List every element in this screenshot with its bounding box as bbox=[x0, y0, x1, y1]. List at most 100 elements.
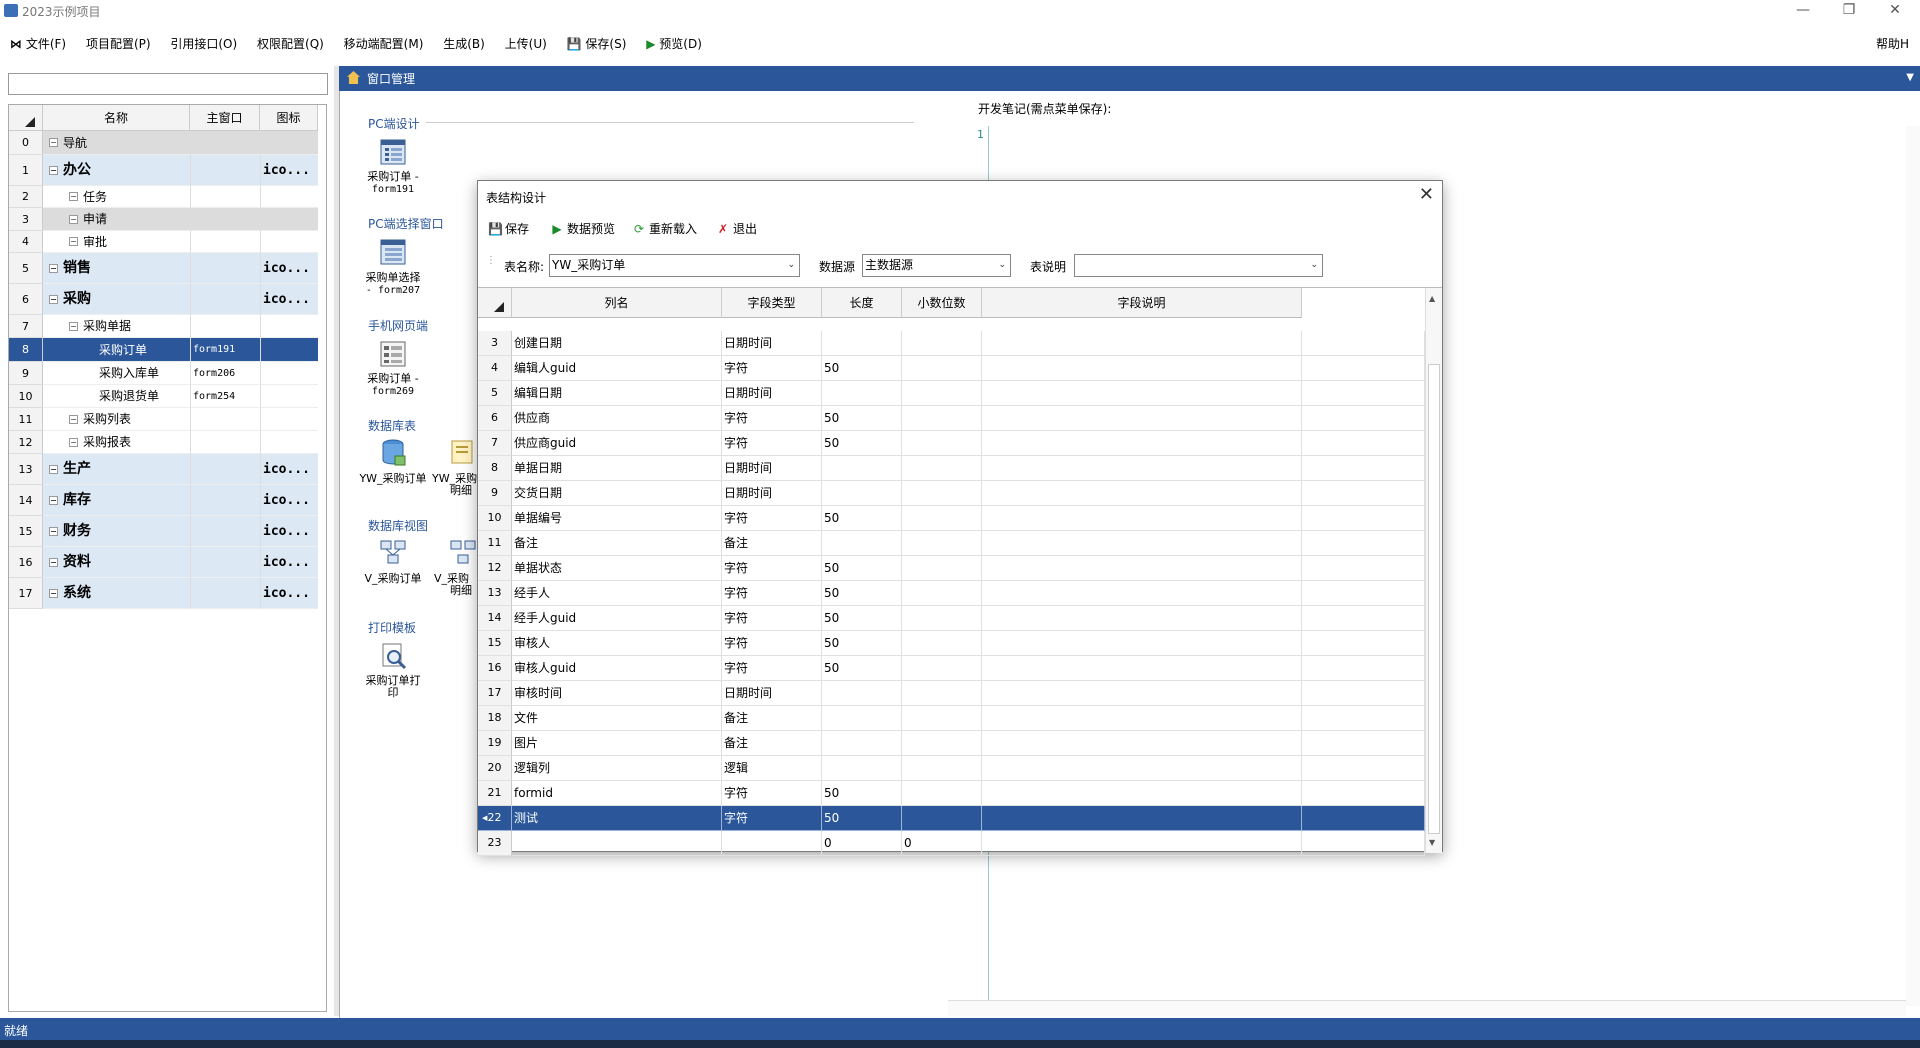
grid-row[interactable]: 5 编辑日期 日期时间 bbox=[478, 381, 1425, 406]
grid-row[interactable]: 13 经手人 字符 50 bbox=[478, 581, 1425, 606]
tree-row[interactable]: 5− 销售 ico... bbox=[9, 253, 327, 284]
grid-cell-dec[interactable] bbox=[902, 556, 982, 581]
minimize-button[interactable]: — bbox=[1780, 0, 1826, 22]
menu-reference-api[interactable]: 引用接口(O) bbox=[162, 33, 245, 55]
tree-row[interactable]: 13− 生产 ico... bbox=[9, 454, 327, 485]
grid-cell-name[interactable]: 编辑人guid bbox=[512, 356, 722, 381]
tree-row[interactable]: 11− 采购列表 bbox=[9, 408, 327, 431]
tree-row[interactable]: 7− 采购单据 bbox=[9, 315, 327, 338]
grid-cell-len[interactable]: 50 bbox=[822, 806, 902, 831]
tree-row[interactable]: 12− 采购报表 bbox=[9, 431, 327, 454]
grid-cell-name[interactable]: 备注 bbox=[512, 531, 722, 556]
grid-cell-dec[interactable] bbox=[902, 431, 982, 456]
grid-row[interactable]: 3 创建日期 日期时间 bbox=[478, 331, 1425, 356]
grid-cell-dec[interactable] bbox=[902, 581, 982, 606]
tree-row[interactable]: 4− 审批 bbox=[9, 231, 327, 253]
grid-cell-type[interactable]: 日期时间 bbox=[722, 456, 822, 481]
grid-header-field-type[interactable]: 字段类型 bbox=[722, 288, 822, 318]
expand-collapse-icon[interactable]: − bbox=[69, 438, 78, 447]
tree-row[interactable]: 10 采购退货单 form254 bbox=[9, 385, 327, 408]
tree-row[interactable]: 0− 导航 bbox=[9, 131, 327, 155]
grid-cell-desc[interactable] bbox=[982, 581, 1302, 606]
menu-mobile-config[interactable]: 移动端配置(M) bbox=[336, 33, 432, 55]
grid-cell-dec[interactable] bbox=[902, 331, 982, 356]
grid-cell-len[interactable]: 50 bbox=[822, 356, 902, 381]
chevron-down-icon[interactable]: ▼ bbox=[1906, 72, 1914, 83]
grid-cell-type[interactable]: 字符 bbox=[722, 356, 822, 381]
expand-collapse-icon[interactable]: − bbox=[49, 589, 58, 598]
grid-cell-len[interactable]: 50 bbox=[822, 506, 902, 531]
grid-cell-type[interactable]: 字符 bbox=[722, 781, 822, 806]
grid-cell-dec[interactable] bbox=[902, 606, 982, 631]
menu-save[interactable]: 💾 保存(S) bbox=[559, 33, 635, 55]
tree-row[interactable]: 2− 任务 bbox=[9, 186, 327, 208]
grid-cell-desc[interactable] bbox=[982, 756, 1302, 781]
grid-cell-dec[interactable] bbox=[902, 706, 982, 731]
grid-cell-type[interactable]: 字符 bbox=[722, 806, 822, 831]
expand-collapse-icon[interactable]: − bbox=[69, 237, 78, 246]
grid-cell-len[interactable] bbox=[822, 681, 902, 706]
menu-help[interactable]: 帮助H bbox=[1868, 33, 1917, 55]
grid-cell-dec[interactable] bbox=[902, 631, 982, 656]
grid-cell-len[interactable]: 50 bbox=[822, 431, 902, 456]
grid-cell-name[interactable]: 单据状态 bbox=[512, 556, 722, 581]
grid-cell-name[interactable]: 审核人 bbox=[512, 631, 722, 656]
grid-cell-len[interactable] bbox=[822, 756, 902, 781]
grid-cell-len[interactable] bbox=[822, 381, 902, 406]
exit-button[interactable]: ✗ 退出 bbox=[716, 221, 757, 237]
tree-row[interactable]: 14− 库存 ico... bbox=[9, 485, 327, 516]
grid-cell-type[interactable] bbox=[722, 831, 822, 856]
grid-cell-dec[interactable] bbox=[902, 731, 982, 756]
grid-cell-name[interactable]: 审核人guid bbox=[512, 656, 722, 681]
grid-cell-type[interactable]: 备注 bbox=[722, 706, 822, 731]
grid-cell-type[interactable]: 字符 bbox=[722, 631, 822, 656]
grid-cell-dec[interactable] bbox=[902, 356, 982, 381]
tree-row[interactable]: 6− 采购 ico... bbox=[9, 284, 327, 315]
grid-vertical-scrollbar[interactable]: ▲ ▼ bbox=[1425, 288, 1442, 853]
grid-cell-name[interactable]: 交货日期 bbox=[512, 481, 722, 506]
grid-cell-name[interactable]: 单据日期 bbox=[512, 456, 722, 481]
grid-cell-name[interactable] bbox=[512, 831, 722, 856]
grid-row[interactable]: 22 测试 字符 50 ◀ bbox=[478, 806, 1425, 831]
expand-collapse-icon[interactable]: − bbox=[69, 415, 78, 424]
menu-project-config[interactable]: 项目配置(P) bbox=[78, 33, 159, 55]
grid-cell-name[interactable]: 审核时间 bbox=[512, 681, 722, 706]
grid-cell-len[interactable]: 50 bbox=[822, 581, 902, 606]
menu-permission-config[interactable]: 权限配置(Q) bbox=[249, 33, 332, 55]
grid-cell-type[interactable]: 字符 bbox=[722, 581, 822, 606]
grid-row[interactable]: 4 编辑人guid 字符 50 bbox=[478, 356, 1425, 381]
grid-cell-len[interactable] bbox=[822, 731, 902, 756]
grid-cell-desc[interactable] bbox=[982, 356, 1302, 381]
grid-row[interactable]: 21 formid 字符 50 bbox=[478, 781, 1425, 806]
grid-cell-name[interactable]: 经手人 bbox=[512, 581, 722, 606]
expand-collapse-icon[interactable]: − bbox=[49, 527, 58, 536]
grid-cell-name[interactable]: 供应商guid bbox=[512, 431, 722, 456]
grid-cell-dec[interactable] bbox=[902, 756, 982, 781]
dialog-close-icon[interactable]: ✕ bbox=[1419, 184, 1434, 205]
grid-cell-name[interactable]: formid bbox=[512, 781, 722, 806]
grid-cell-dec[interactable] bbox=[902, 506, 982, 531]
grid-header-length[interactable]: 长度 bbox=[822, 288, 902, 318]
menu-generate[interactable]: 生成(B) bbox=[435, 33, 493, 55]
grid-row[interactable]: 20 逻辑列 逻辑 bbox=[478, 756, 1425, 781]
notes-horizontal-scrollbar[interactable] bbox=[948, 1000, 1906, 1016]
grid-row[interactable]: 18 文件 备注 bbox=[478, 706, 1425, 731]
grid-cell-type[interactable]: 字符 bbox=[722, 656, 822, 681]
grid-cell-dec[interactable] bbox=[902, 681, 982, 706]
grid-cell-type[interactable]: 日期时间 bbox=[722, 331, 822, 356]
grid-cell-len[interactable]: 50 bbox=[822, 631, 902, 656]
tree-row[interactable]: 17− 系统 ico... bbox=[9, 578, 327, 609]
grid-cell-desc[interactable] bbox=[982, 831, 1302, 856]
grid-row[interactable]: 17 审核时间 日期时间 bbox=[478, 681, 1425, 706]
grid-cell-type[interactable]: 备注 bbox=[722, 731, 822, 756]
grid-cell-name[interactable]: 单据编号 bbox=[512, 506, 722, 531]
tree-row[interactable]: 15− 财务 ico... bbox=[9, 516, 327, 547]
grid-header-field-desc[interactable]: 字段说明 bbox=[982, 288, 1302, 318]
grid-row[interactable]: 12 单据状态 字符 50 bbox=[478, 556, 1425, 581]
grid-row[interactable]: 11 备注 备注 bbox=[478, 531, 1425, 556]
grid-cell-len[interactable] bbox=[822, 531, 902, 556]
grid-row[interactable]: 6 供应商 字符 50 bbox=[478, 406, 1425, 431]
grid-cell-name[interactable]: 经手人guid bbox=[512, 606, 722, 631]
expand-collapse-icon[interactable]: − bbox=[49, 496, 58, 505]
grid-header-decimals[interactable]: 小数位数 bbox=[902, 288, 982, 318]
